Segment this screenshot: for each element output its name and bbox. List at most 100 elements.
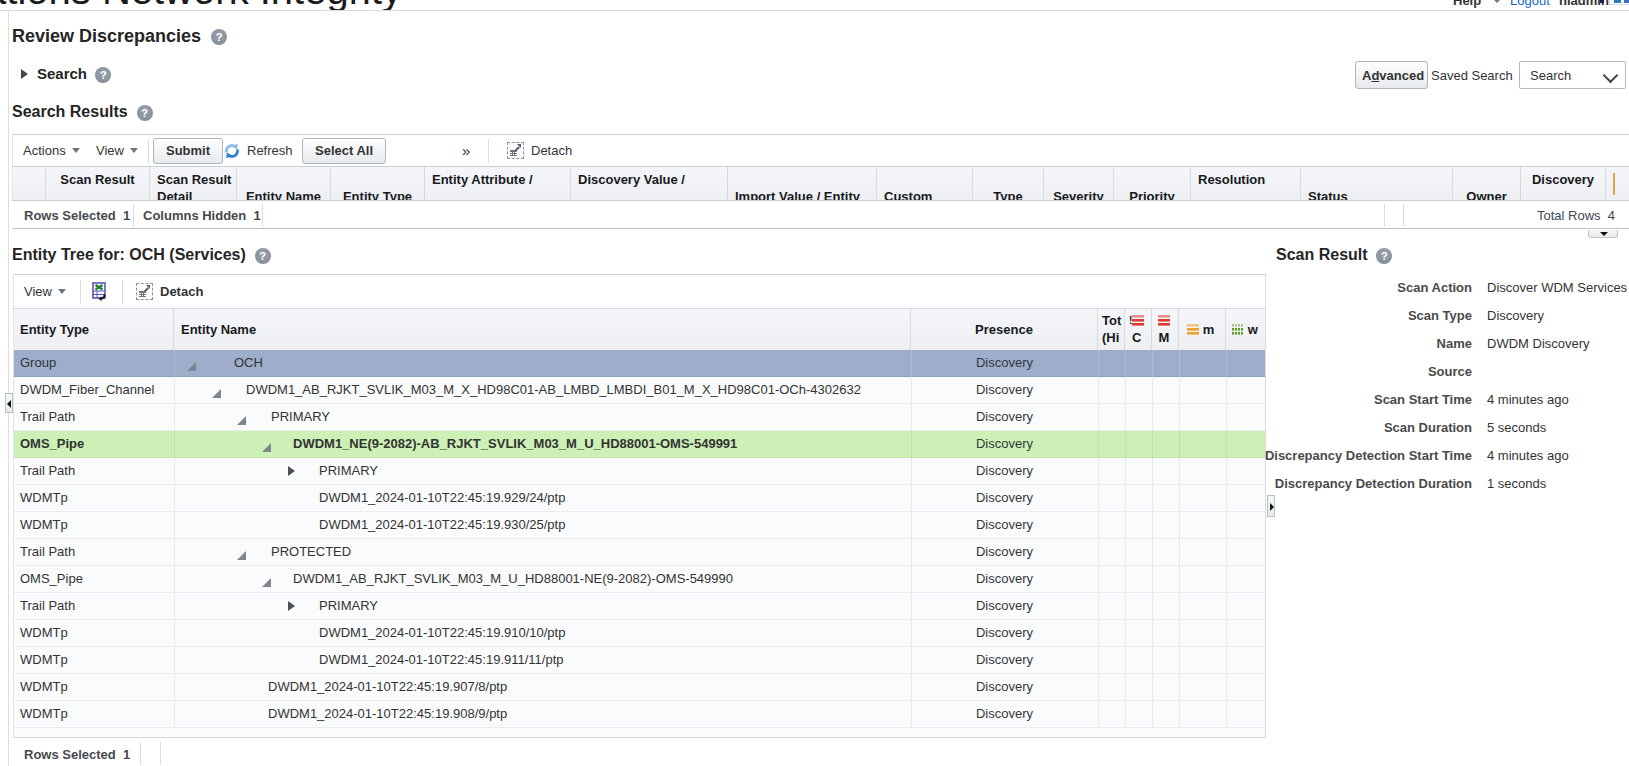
tree-expand-icon[interactable] bbox=[237, 416, 246, 425]
view-menu[interactable]: View bbox=[96, 135, 138, 166]
sr-column-header-owner[interactable]: Owner bbox=[1453, 167, 1521, 200]
tree-row-entity-name[interactable]: PRIMARY bbox=[319, 598, 378, 613]
status-separator bbox=[133, 204, 134, 227]
sr-column-header-custom[interactable]: Custom bbox=[877, 167, 973, 200]
sr-column-header-scan-result[interactable]: Scan Result bbox=[46, 167, 150, 200]
saved-search-select[interactable]: Search bbox=[1519, 61, 1626, 89]
search-results-collapse-button[interactable] bbox=[1588, 230, 1618, 238]
tree-row-entity-name[interactable]: DWDM1_2024-01-10T22:45:19.911/11/ptp bbox=[319, 652, 564, 667]
tree-row[interactable]: Trail PathPROTECTEDDiscovery bbox=[14, 539, 1265, 566]
entity-tree-help-icon[interactable]: ? bbox=[255, 248, 271, 264]
tree-row-presence: Discovery bbox=[911, 382, 1098, 397]
sr-column-header-entity-attribute[interactable]: Entity Attribute / bbox=[425, 167, 571, 200]
tree-row-entity-type: WDMTp bbox=[20, 490, 68, 505]
tree-column-header-warning[interactable]: w bbox=[1226, 309, 1266, 350]
sr-column-header-discovery-value[interactable]: Discovery Value / bbox=[571, 167, 728, 200]
scan-field-value: 1 seconds bbox=[1487, 476, 1546, 491]
tree-column-header-major[interactable]: M bbox=[1152, 309, 1179, 350]
scan-result-help-icon[interactable]: ? bbox=[1376, 248, 1392, 264]
tree-expand-icon[interactable] bbox=[237, 551, 246, 560]
sr-column-label: Discovery bbox=[1532, 171, 1594, 188]
tree-row-entity-name[interactable]: OCH bbox=[234, 355, 263, 370]
refresh-button[interactable]: Refresh bbox=[223, 135, 293, 166]
tree-row-entity-name[interactable]: DWDM1_2024-01-10T22:45:19.910/10/ptp bbox=[319, 625, 565, 640]
tree-row-entity-name[interactable]: DWDM1_NE(9-2082)-AB_RJKT_SVLIK_M03_M_U_H… bbox=[293, 436, 737, 451]
entity-tree-toolbar: View Detach bbox=[13, 274, 1266, 308]
search-section-title[interactable]: Search ? bbox=[37, 65, 111, 83]
tree-row-entity-name[interactable]: PROTECTED bbox=[271, 544, 351, 559]
scan-result-field: Scan TypeDiscovery bbox=[1276, 302, 1629, 330]
tree-expand-icon[interactable] bbox=[262, 443, 271, 452]
tree-row[interactable]: Trail PathPRIMARYDiscovery bbox=[14, 458, 1265, 485]
tree-row[interactable]: WDMTpDWDM1_2024-01-10T22:45:19.908/9/ptp… bbox=[14, 701, 1265, 728]
tree-row[interactable]: Trail PathPRIMARYDiscovery bbox=[14, 404, 1265, 431]
tree-row-entity-name[interactable]: DWDM1_AB_RJKT_SVLIK_M03_M_X_HD98C01-AB_L… bbox=[246, 382, 861, 397]
tree-row-entity-name[interactable]: DWDM1_2024-01-10T22:45:19.930/25/ptp bbox=[319, 517, 565, 532]
tree-view-menu[interactable]: View bbox=[24, 275, 66, 308]
tree-column-header-minor[interactable]: m bbox=[1179, 309, 1226, 350]
entity-tree-footer: Rows Selected 1 bbox=[13, 740, 1266, 766]
help-menu[interactable]: Help bbox=[1453, 0, 1481, 8]
select-all-button[interactable]: Select All bbox=[302, 138, 386, 164]
toolbar-overflow-button[interactable]: » bbox=[462, 135, 470, 166]
sr-column-header-severity[interactable]: Severity bbox=[1044, 167, 1114, 200]
sr-column-header-entity-type[interactable]: Entity Type bbox=[331, 167, 425, 200]
sr-column-label: Severity bbox=[1053, 188, 1104, 200]
page-title: Review Discrepancies ? bbox=[12, 26, 227, 47]
tree-row-presence: Discovery bbox=[911, 544, 1098, 559]
submit-button[interactable]: Submit bbox=[153, 138, 223, 164]
tree-collapse-icon[interactable] bbox=[288, 601, 295, 611]
sr-column-header-status[interactable]: Status bbox=[1301, 167, 1453, 200]
sr-column-header-priority[interactable]: Priority bbox=[1114, 167, 1191, 200]
tree-column-header-total[interactable]: Tot(Hi bbox=[1098, 309, 1125, 350]
tree-detach-button[interactable]: Detach bbox=[136, 275, 203, 308]
tree-row[interactable]: OMS_PipeDWDM1_NE(9-2082)-AB_RJKT_SVLIK_M… bbox=[14, 431, 1265, 458]
tree-row[interactable]: GroupOCHDiscovery bbox=[14, 350, 1265, 377]
tree-row-entity-name[interactable]: DWDM1_2024-01-10T22:45:19.929/24/ptp bbox=[319, 490, 565, 505]
search-results-help-icon[interactable]: ? bbox=[137, 105, 153, 121]
tree-row-presence: Discovery bbox=[911, 436, 1098, 451]
sr-column-header-scan-result-detail[interactable]: Scan ResultDetail bbox=[150, 167, 237, 200]
tree-row-entity-name[interactable]: PRIMARY bbox=[271, 409, 330, 424]
sr-column-header-import-value-entity[interactable]: Import Value / Entity bbox=[728, 167, 877, 200]
sr-column-header-type[interactable]: Type bbox=[973, 167, 1044, 200]
sr-column-header-entity-name[interactable]: Entity Name bbox=[237, 167, 331, 200]
tree-row-entity-name[interactable]: DWDM1_2024-01-10T22:45:19.908/9/ptp bbox=[268, 706, 507, 721]
tree-row-entity-name[interactable]: DWDM1_AB_RJKT_SVLIK_M03_M_U_HD88001-NE(9… bbox=[293, 571, 733, 586]
tree-row-entity-type: Group bbox=[20, 355, 56, 370]
search-disclosure-icon[interactable] bbox=[21, 69, 28, 79]
tree-expand-icon[interactable] bbox=[187, 362, 196, 371]
tree-panel-splitter-button[interactable] bbox=[1267, 495, 1275, 517]
advanced-button[interactable]: Advanced bbox=[1355, 61, 1428, 89]
tree-column-header-presence[interactable]: Presence bbox=[911, 309, 1098, 350]
tree-row-entity-name[interactable]: PRIMARY bbox=[319, 463, 378, 478]
actions-menu[interactable]: Actions bbox=[23, 135, 80, 166]
tree-column-header-entity-type[interactable]: Entity Type bbox=[14, 309, 174, 350]
tree-column-header-entity-name[interactable]: Entity Name bbox=[174, 309, 911, 350]
search-help-icon[interactable]: ? bbox=[95, 67, 111, 83]
tree-row[interactable]: WDMTpDWDM1_2024-01-10T22:45:19.911/11/pt… bbox=[14, 647, 1265, 674]
tree-row[interactable]: WDMTpDWDM1_2024-01-10T22:45:19.910/10/pt… bbox=[14, 620, 1265, 647]
tree-collapse-icon[interactable] bbox=[288, 466, 295, 476]
tree-row[interactable]: WDMTpDWDM1_2024-01-10T22:45:19.907/8/ptp… bbox=[14, 674, 1265, 701]
sr-column-header-discovery[interactable]: Discovery bbox=[1521, 167, 1606, 200]
tree-row-presence: Discovery bbox=[911, 463, 1098, 478]
tree-column-header-critical[interactable]: ! C bbox=[1125, 309, 1152, 350]
tree-row-entity-name[interactable]: DWDM1_2024-01-10T22:45:19.907/8/ptp bbox=[268, 679, 507, 694]
tree-expand-icon[interactable] bbox=[262, 578, 271, 587]
app-grid-icon[interactable] bbox=[1609, 0, 1629, 5]
collapse-arrow-icon bbox=[1600, 232, 1608, 240]
tree-row[interactable]: DWDM_Fiber_ChannelDWDM1_AB_RJKT_SVLIK_M0… bbox=[14, 377, 1265, 404]
logout-link[interactable]: Logout bbox=[1510, 0, 1550, 8]
export-to-excel-button[interactable] bbox=[92, 275, 109, 308]
page-help-icon[interactable]: ? bbox=[211, 29, 227, 45]
sr-column-header-resolution[interactable]: Resolution bbox=[1191, 167, 1301, 200]
tree-expand-icon[interactable] bbox=[212, 389, 221, 398]
left-splitter-collapse-button[interactable] bbox=[5, 393, 13, 413]
tree-row[interactable]: WDMTp DWDM1_2024-01-10T22:45:19.929/24/pt… bbox=[14, 485, 1265, 512]
tree-row[interactable]: WDMTpDWDM1_2024-01-10T22:45:19.930/25/pt… bbox=[14, 512, 1265, 539]
detach-button[interactable]: Detach bbox=[507, 135, 572, 166]
minor-icon bbox=[1187, 322, 1199, 337]
tree-row[interactable]: Trail PathPRIMARYDiscovery bbox=[14, 593, 1265, 620]
tree-row[interactable]: OMS_PipeDWDM1_AB_RJKT_SVLIK_M03_M_U_HD88… bbox=[14, 566, 1265, 593]
